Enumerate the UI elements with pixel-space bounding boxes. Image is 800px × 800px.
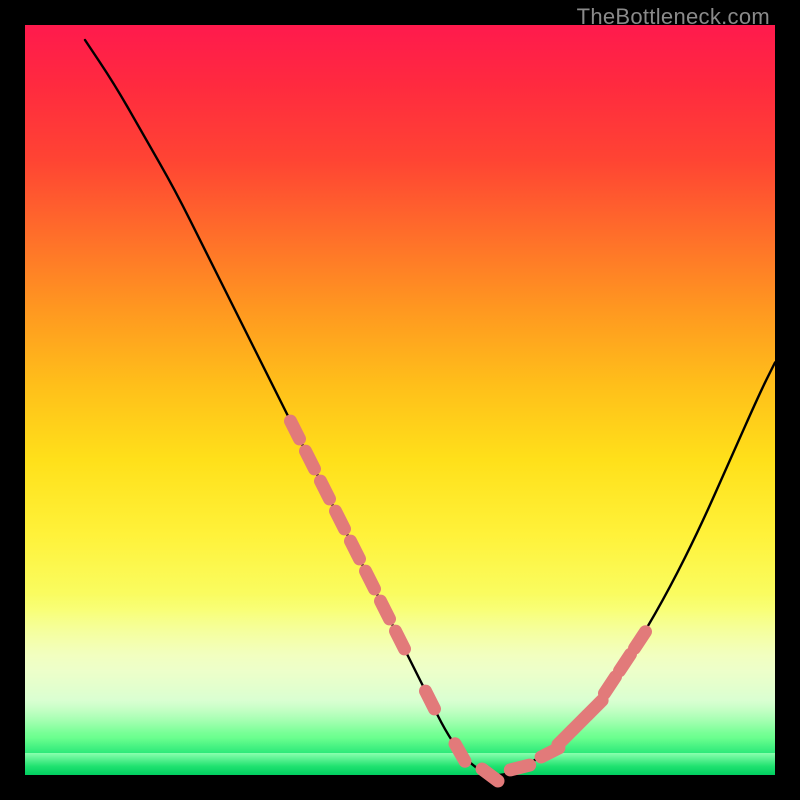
curve-marker xyxy=(396,631,405,649)
curve-marker xyxy=(336,511,345,529)
curve-marker xyxy=(381,601,390,619)
curve-marker xyxy=(455,744,465,761)
curve-marker xyxy=(351,541,360,559)
curve-marker xyxy=(482,769,498,781)
curve-marker xyxy=(588,700,602,714)
curve-marker xyxy=(605,677,616,694)
curve-marker xyxy=(510,765,529,770)
marker-cluster-valley xyxy=(396,631,559,781)
marker-cluster-left xyxy=(291,421,390,619)
curve-marker xyxy=(620,654,631,671)
curve-marker xyxy=(366,571,375,589)
curve-marker xyxy=(291,421,300,439)
watermark-text: TheBottleneck.com xyxy=(577,4,770,30)
curve-marker xyxy=(321,481,330,499)
curve-marker xyxy=(306,451,315,469)
bottleneck-curve xyxy=(85,40,775,775)
curve-marker xyxy=(635,632,646,649)
curve-marker xyxy=(426,691,435,709)
curve-layer xyxy=(25,25,775,775)
chart-frame: TheBottleneck.com xyxy=(0,0,800,800)
marker-cluster-right xyxy=(558,632,646,745)
